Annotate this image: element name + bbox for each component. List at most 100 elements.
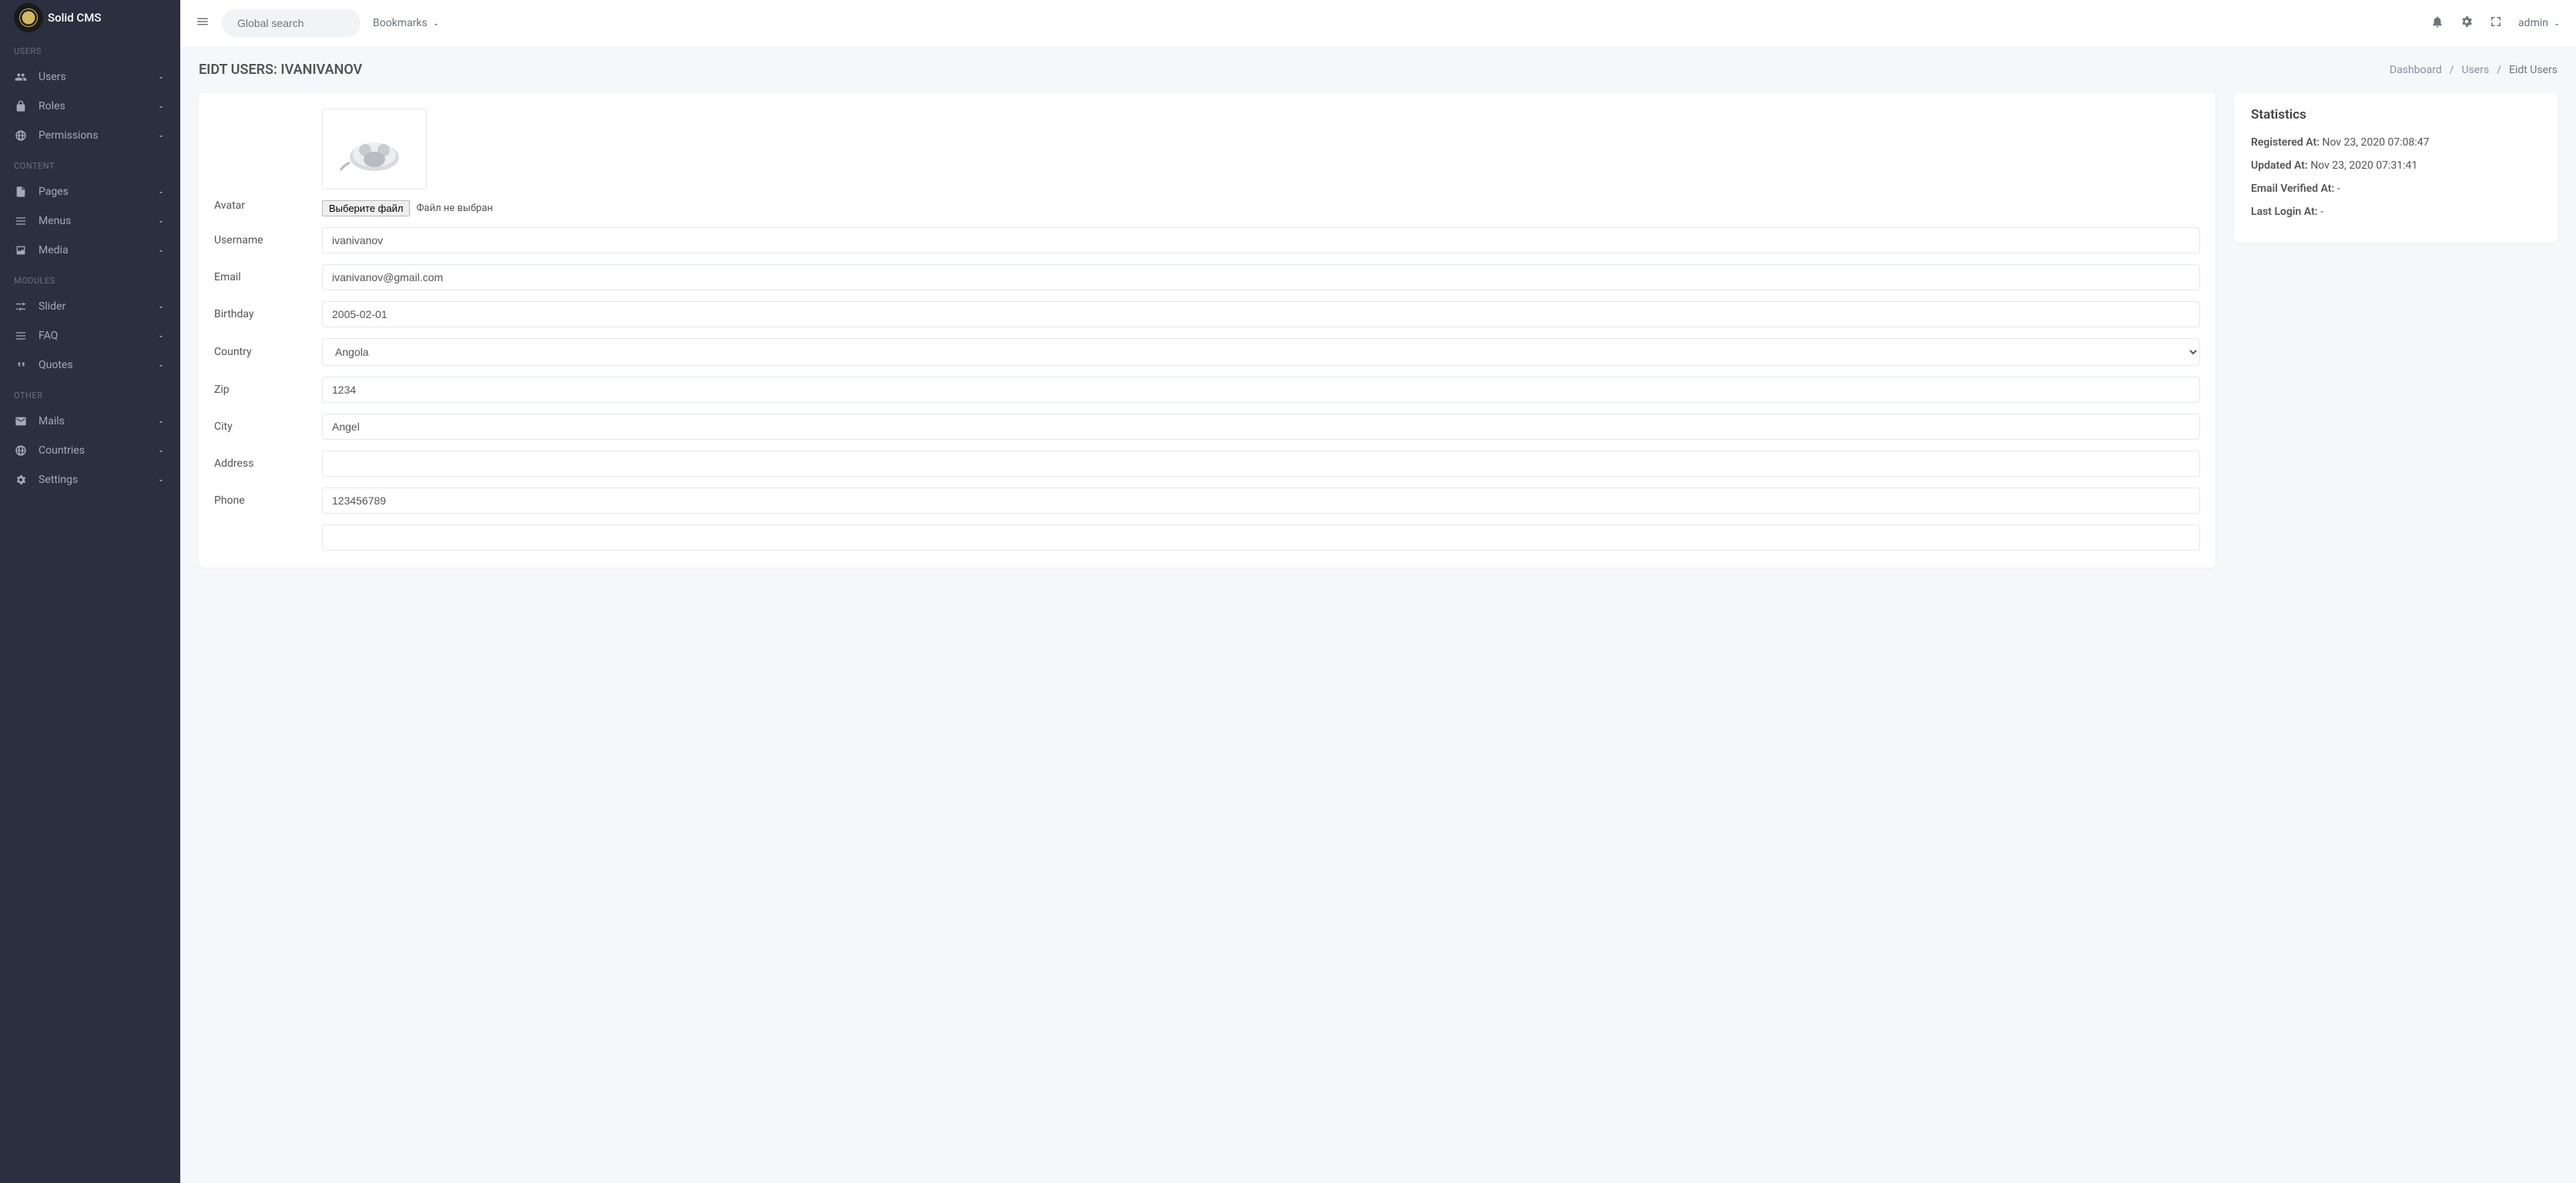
choose-file-button[interactable]: Выберите файл	[322, 200, 410, 216]
sidebar-item-label: Media	[39, 244, 157, 256]
sidebar-item-label: Users	[39, 71, 157, 83]
logo-icon	[14, 3, 43, 32]
media-icon	[14, 243, 28, 257]
breadcrumb-link[interactable]: Dashboard	[2390, 64, 2442, 76]
globe-icon	[14, 444, 28, 457]
sidebar-item-label: Mails	[39, 415, 157, 427]
topbar: Bookmarks admin	[180, 0, 2576, 46]
city-label: City	[214, 421, 322, 433]
stat-lastlogin: Last Login At: -	[2251, 206, 2541, 218]
sidebar-item-permissions[interactable]: Permissions	[0, 121, 180, 150]
birthday-field[interactable]	[322, 301, 2200, 327]
bell-icon[interactable]	[2430, 15, 2444, 32]
sidebar-item-quotes[interactable]: Quotes	[0, 350, 180, 380]
stat-registered: Registered At: Nov 23, 2020 07:08:47	[2251, 136, 2541, 149]
sidebar-item-roles[interactable]: Roles	[0, 92, 180, 121]
stat-updated: Updated At: Nov 23, 2020 07:31:41	[2251, 159, 2541, 172]
file-status: Файл не выбран	[416, 203, 492, 214]
sidebar-item-label: Permissions	[39, 129, 157, 142]
list-icon	[14, 329, 28, 343]
avatar-preview	[322, 109, 427, 189]
chevron-down-icon	[157, 360, 166, 370]
chevron-down-icon	[157, 187, 166, 196]
sidebar-item-label: Pages	[39, 186, 157, 198]
users-icon	[14, 70, 28, 84]
extra-field[interactable]	[322, 524, 2200, 551]
sidebar-item-faq[interactable]: FAQ	[0, 321, 180, 350]
lock-icon	[14, 99, 28, 113]
chevron-down-icon	[157, 446, 166, 455]
chevron-down-icon	[157, 417, 166, 426]
mail-icon	[14, 414, 28, 428]
chevron-down-icon	[157, 331, 166, 340]
list-icon	[14, 214, 28, 228]
chevron-down-icon	[157, 102, 166, 111]
hamburger-icon[interactable]	[196, 15, 210, 32]
sidebar-section-label: CONTENT	[0, 150, 180, 177]
sidebar-item-slider[interactable]: Slider	[0, 292, 180, 321]
bookmarks-label: Bookmarks	[373, 17, 428, 29]
breadcrumb-link[interactable]: Users	[2462, 64, 2490, 76]
sidebar-item-label: Roles	[39, 100, 157, 112]
breadcrumb: Dashboard / Users / Eidt Users	[2390, 64, 2558, 76]
city-field[interactable]	[322, 414, 2200, 440]
sidebar-item-label: Settings	[39, 474, 157, 486]
brand-name: Solid CMS	[48, 11, 101, 25]
bookmarks-menu[interactable]: Bookmarks	[373, 17, 440, 29]
phone-label: Phone	[214, 494, 322, 507]
country-select[interactable]: Angola	[322, 338, 2200, 366]
breadcrumb-current: Eidt Users	[2509, 64, 2558, 76]
page-header: EIDT USERS: IVANIVANOV Dashboard / Users…	[180, 46, 2576, 93]
sidebar-item-countries[interactable]: Countries	[0, 436, 180, 465]
address-field[interactable]	[322, 451, 2200, 477]
sidebar-item-label: Menus	[39, 215, 157, 227]
form-card: Avatar	[199, 93, 2215, 568]
avatar-label: Avatar	[214, 109, 322, 212]
zip-label: Zip	[214, 384, 322, 396]
sidebar-item-pages[interactable]: Pages	[0, 177, 180, 206]
chevron-down-icon	[432, 19, 440, 27]
zip-field[interactable]	[322, 377, 2200, 403]
email-field[interactable]	[322, 264, 2200, 290]
stats-title: Statistics	[2251, 107, 2541, 122]
search-input[interactable]	[237, 17, 345, 29]
chevron-down-icon	[157, 72, 166, 82]
email-label: Email	[214, 271, 322, 283]
sidebar-item-label: Quotes	[39, 359, 157, 371]
sliders-icon	[14, 300, 28, 313]
fullscreen-icon[interactable]	[2489, 15, 2503, 32]
sidebar-section-label: OTHER	[0, 380, 180, 407]
sidebar-item-mails[interactable]: Mails	[0, 407, 180, 436]
user-label: admin	[2518, 17, 2548, 29]
chevron-down-icon	[2553, 19, 2561, 27]
sidebar-item-label: Slider	[39, 300, 157, 313]
global-search[interactable]	[222, 9, 361, 37]
country-label: Country	[214, 346, 322, 358]
sidebar-item-settings[interactable]: Settings	[0, 465, 180, 494]
file-icon	[14, 185, 28, 199]
chevron-down-icon	[157, 475, 166, 484]
sidebar-item-menus[interactable]: Menus	[0, 206, 180, 236]
chevron-down-icon	[157, 216, 166, 226]
phone-field[interactable]	[322, 488, 2200, 514]
globe-icon	[14, 129, 28, 142]
stat-verified: Email Verified At: -	[2251, 183, 2541, 195]
sidebar-item-label: FAQ	[39, 330, 157, 342]
sidebar-item-label: Countries	[39, 444, 157, 457]
sidebar-item-users[interactable]: Users	[0, 62, 180, 92]
birthday-label: Birthday	[214, 308, 322, 320]
sidebar-item-media[interactable]: Media	[0, 236, 180, 265]
chevron-down-icon	[157, 131, 166, 140]
address-label: Address	[214, 457, 322, 470]
username-label: Username	[214, 234, 322, 246]
username-field[interactable]	[322, 227, 2200, 253]
brand[interactable]: Solid CMS	[0, 0, 180, 35]
statistics-card: Statistics Registered At: Nov 23, 2020 0…	[2234, 93, 2558, 243]
quote-icon	[14, 358, 28, 372]
chevron-down-icon	[157, 246, 166, 255]
user-menu[interactable]: admin	[2518, 17, 2561, 29]
gear-icon[interactable]	[2460, 15, 2474, 32]
chevron-down-icon	[157, 302, 166, 311]
page-title: EIDT USERS: IVANIVANOV	[199, 62, 362, 78]
sidebar: Solid CMS USERSUsersRolesPermissionsCONT…	[0, 0, 180, 1183]
